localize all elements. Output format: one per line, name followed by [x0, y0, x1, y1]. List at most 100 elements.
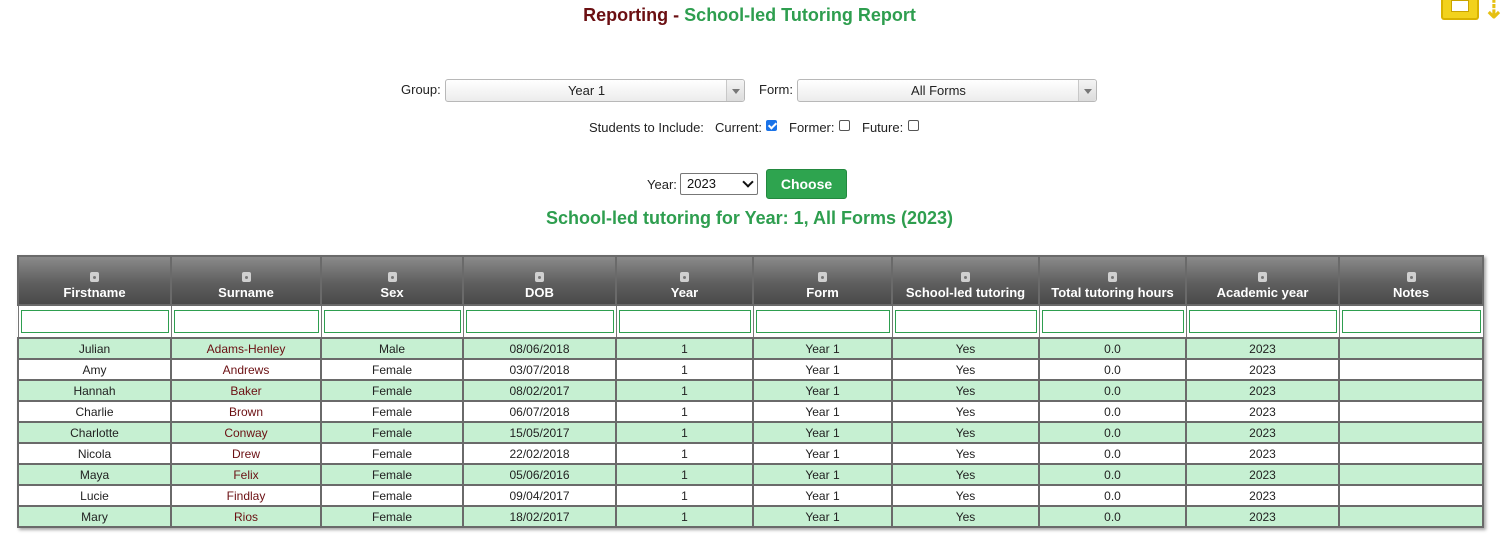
column-header-year[interactable]: Year: [615, 255, 754, 306]
group-select[interactable]: Year 1: [445, 79, 745, 102]
column-header-surname[interactable]: Surname: [170, 255, 322, 306]
future-checkbox[interactable]: [908, 120, 919, 131]
table-row[interactable]: Charlie Brown Female 06/07/2018 1 Year 1 Yes 0.…: [17, 400, 1484, 423]
cell-year: 1: [615, 442, 754, 465]
filter-input-year[interactable]: [618, 310, 751, 333]
cell-school-led-tutoring: Yes: [891, 463, 1040, 486]
download-arrow-icon[interactable]: ⇣: [1483, 0, 1505, 22]
sort-icon[interactable]: [1258, 272, 1267, 282]
column-header-label: Form: [806, 285, 839, 300]
title-main: School-led Tutoring Report: [684, 5, 916, 25]
filter-input-notes[interactable]: [1341, 310, 1481, 333]
filter-input-form[interactable]: [755, 310, 890, 333]
sort-icon[interactable]: [535, 272, 544, 282]
table-row[interactable]: Maya Felix Female 05/06/2016 1 Year 1 Yes 0.0 20…: [17, 463, 1484, 486]
cell-form: Year 1: [752, 337, 893, 360]
column-header-label: Notes: [1392, 285, 1430, 300]
cell-notes: [1338, 337, 1484, 360]
column-header-total-tutoring-hours[interactable]: Total tutoring hours: [1038, 255, 1187, 306]
cell-academic-year: 2023: [1185, 505, 1340, 528]
cell-dob: 08/06/2018: [462, 337, 617, 360]
filter-cell: [462, 304, 617, 339]
cell-firstname: Nicola: [17, 442, 172, 465]
cell-year: 1: [615, 400, 754, 423]
column-header-dob[interactable]: DOB: [462, 255, 617, 306]
cell-total-tutoring-hours: 0.0: [1038, 484, 1187, 507]
cell-firstname: Charlie: [17, 400, 172, 423]
cell-year: 1: [615, 358, 754, 381]
filter-input-sex[interactable]: [323, 310, 461, 333]
form-select-value: All Forms: [911, 83, 966, 98]
form-select[interactable]: All Forms: [797, 79, 1097, 102]
filter-cell: [752, 304, 893, 339]
cell-notes: [1338, 379, 1484, 402]
cell-total-tutoring-hours: 0.0: [1038, 463, 1187, 486]
cell-form: Year 1: [752, 505, 893, 528]
cell-school-led-tutoring: Yes: [891, 484, 1040, 507]
cell-form: Year 1: [752, 379, 893, 402]
former-checkbox[interactable]: [839, 120, 850, 131]
table-row[interactable]: Hannah Baker Female 08/02/2017 1 Year 1 Yes 0.0…: [17, 379, 1484, 402]
future-label: Future:: [862, 120, 904, 135]
cell-notes: [1338, 400, 1484, 423]
table-row[interactable]: Charlotte Conway Female 15/05/2017 1 Year 1 Ye…: [17, 421, 1484, 444]
cell-form: Year 1: [752, 400, 893, 423]
column-header-label: Sex: [380, 285, 404, 300]
table-row[interactable]: Julian Adams-Henley Male 08/06/2018 1 Year 1Y…: [17, 337, 1484, 360]
column-header-school-led-tutoring[interactable]: School-led tutoring: [891, 255, 1040, 306]
cell-firstname: Charlotte: [17, 421, 172, 444]
year-select[interactable]: 2023: [680, 173, 758, 195]
column-header-notes[interactable]: Notes: [1338, 255, 1484, 306]
cell-form: Year 1: [752, 358, 893, 381]
filter-input-academic-year[interactable]: [1188, 310, 1337, 333]
cell-firstname: Maya: [17, 463, 172, 486]
cell-total-tutoring-hours: 0.0: [1038, 379, 1187, 402]
cell-surname: Drew: [170, 442, 322, 465]
filter-input-surname[interactable]: [173, 310, 319, 333]
cell-sex: Female: [320, 505, 464, 528]
sort-icon[interactable]: [818, 272, 827, 282]
column-header-form[interactable]: Form: [752, 255, 893, 306]
sort-icon[interactable]: [387, 272, 397, 282]
sort-icon[interactable]: [961, 272, 970, 282]
table-row[interactable]: Amy Andrews Female 03/07/2018 1 Year 1 Yes 0.0 2…: [17, 358, 1484, 381]
cell-school-led-tutoring: Yes: [891, 421, 1040, 444]
choose-button[interactable]: Choose: [766, 169, 847, 199]
cell-dob: 08/02/2017: [462, 379, 617, 402]
sort-icon[interactable]: [241, 272, 251, 282]
cell-firstname: Amy: [17, 358, 172, 381]
table-row[interactable]: Nicola Drew Female 22/02/2018 1 Year 1 Yes 0.0 2…: [17, 442, 1484, 465]
printer-icon[interactable]: [1441, 0, 1479, 20]
sort-icon[interactable]: [1108, 272, 1117, 282]
cell-sex: Female: [320, 421, 464, 444]
sort-icon[interactable]: [680, 272, 689, 282]
cell-academic-year: 2023: [1185, 463, 1340, 486]
cell-dob: 22/02/2018: [462, 442, 617, 465]
table-row[interactable]: Lucie Findlay Female 09/04/2017 1 Year 1 Yes 0.…: [17, 484, 1484, 507]
current-label: Current:: [715, 120, 762, 135]
cell-notes: [1338, 505, 1484, 528]
cell-sex: Female: [320, 442, 464, 465]
cell-dob: 15/05/2017: [462, 421, 617, 444]
column-header-label: Academic year: [1216, 285, 1309, 300]
filter-input-firstname[interactable]: [20, 310, 169, 333]
column-header-firstname[interactable]: Firstname: [17, 255, 172, 306]
current-checkbox[interactable]: [766, 120, 777, 131]
filter-input-total-tutoring-hours[interactable]: [1041, 310, 1184, 333]
sort-icon[interactable]: [90, 272, 99, 282]
sort-icon[interactable]: [1406, 272, 1416, 282]
cell-academic-year: 2023: [1185, 421, 1340, 444]
cell-dob: 03/07/2018: [462, 358, 617, 381]
filter-row: [17, 304, 1484, 339]
cell-form: Year 1: [752, 484, 893, 507]
cell-academic-year: 2023: [1185, 358, 1340, 381]
table-row[interactable]: Mary Rios Female 18/02/2017 1 Year 1 Yes 0.0 202…: [17, 505, 1484, 528]
filter-input-school-led-tutoring[interactable]: [894, 310, 1037, 333]
column-header-academic-year[interactable]: Academic year: [1185, 255, 1340, 306]
filter-input-dob[interactable]: [465, 310, 614, 333]
column-header-label: School-led tutoring: [905, 285, 1026, 300]
filter-cell: [1185, 304, 1340, 339]
column-header-sex[interactable]: Sex: [320, 255, 464, 306]
chevron-down-icon: [1078, 80, 1096, 101]
cell-school-led-tutoring: Yes: [891, 442, 1040, 465]
